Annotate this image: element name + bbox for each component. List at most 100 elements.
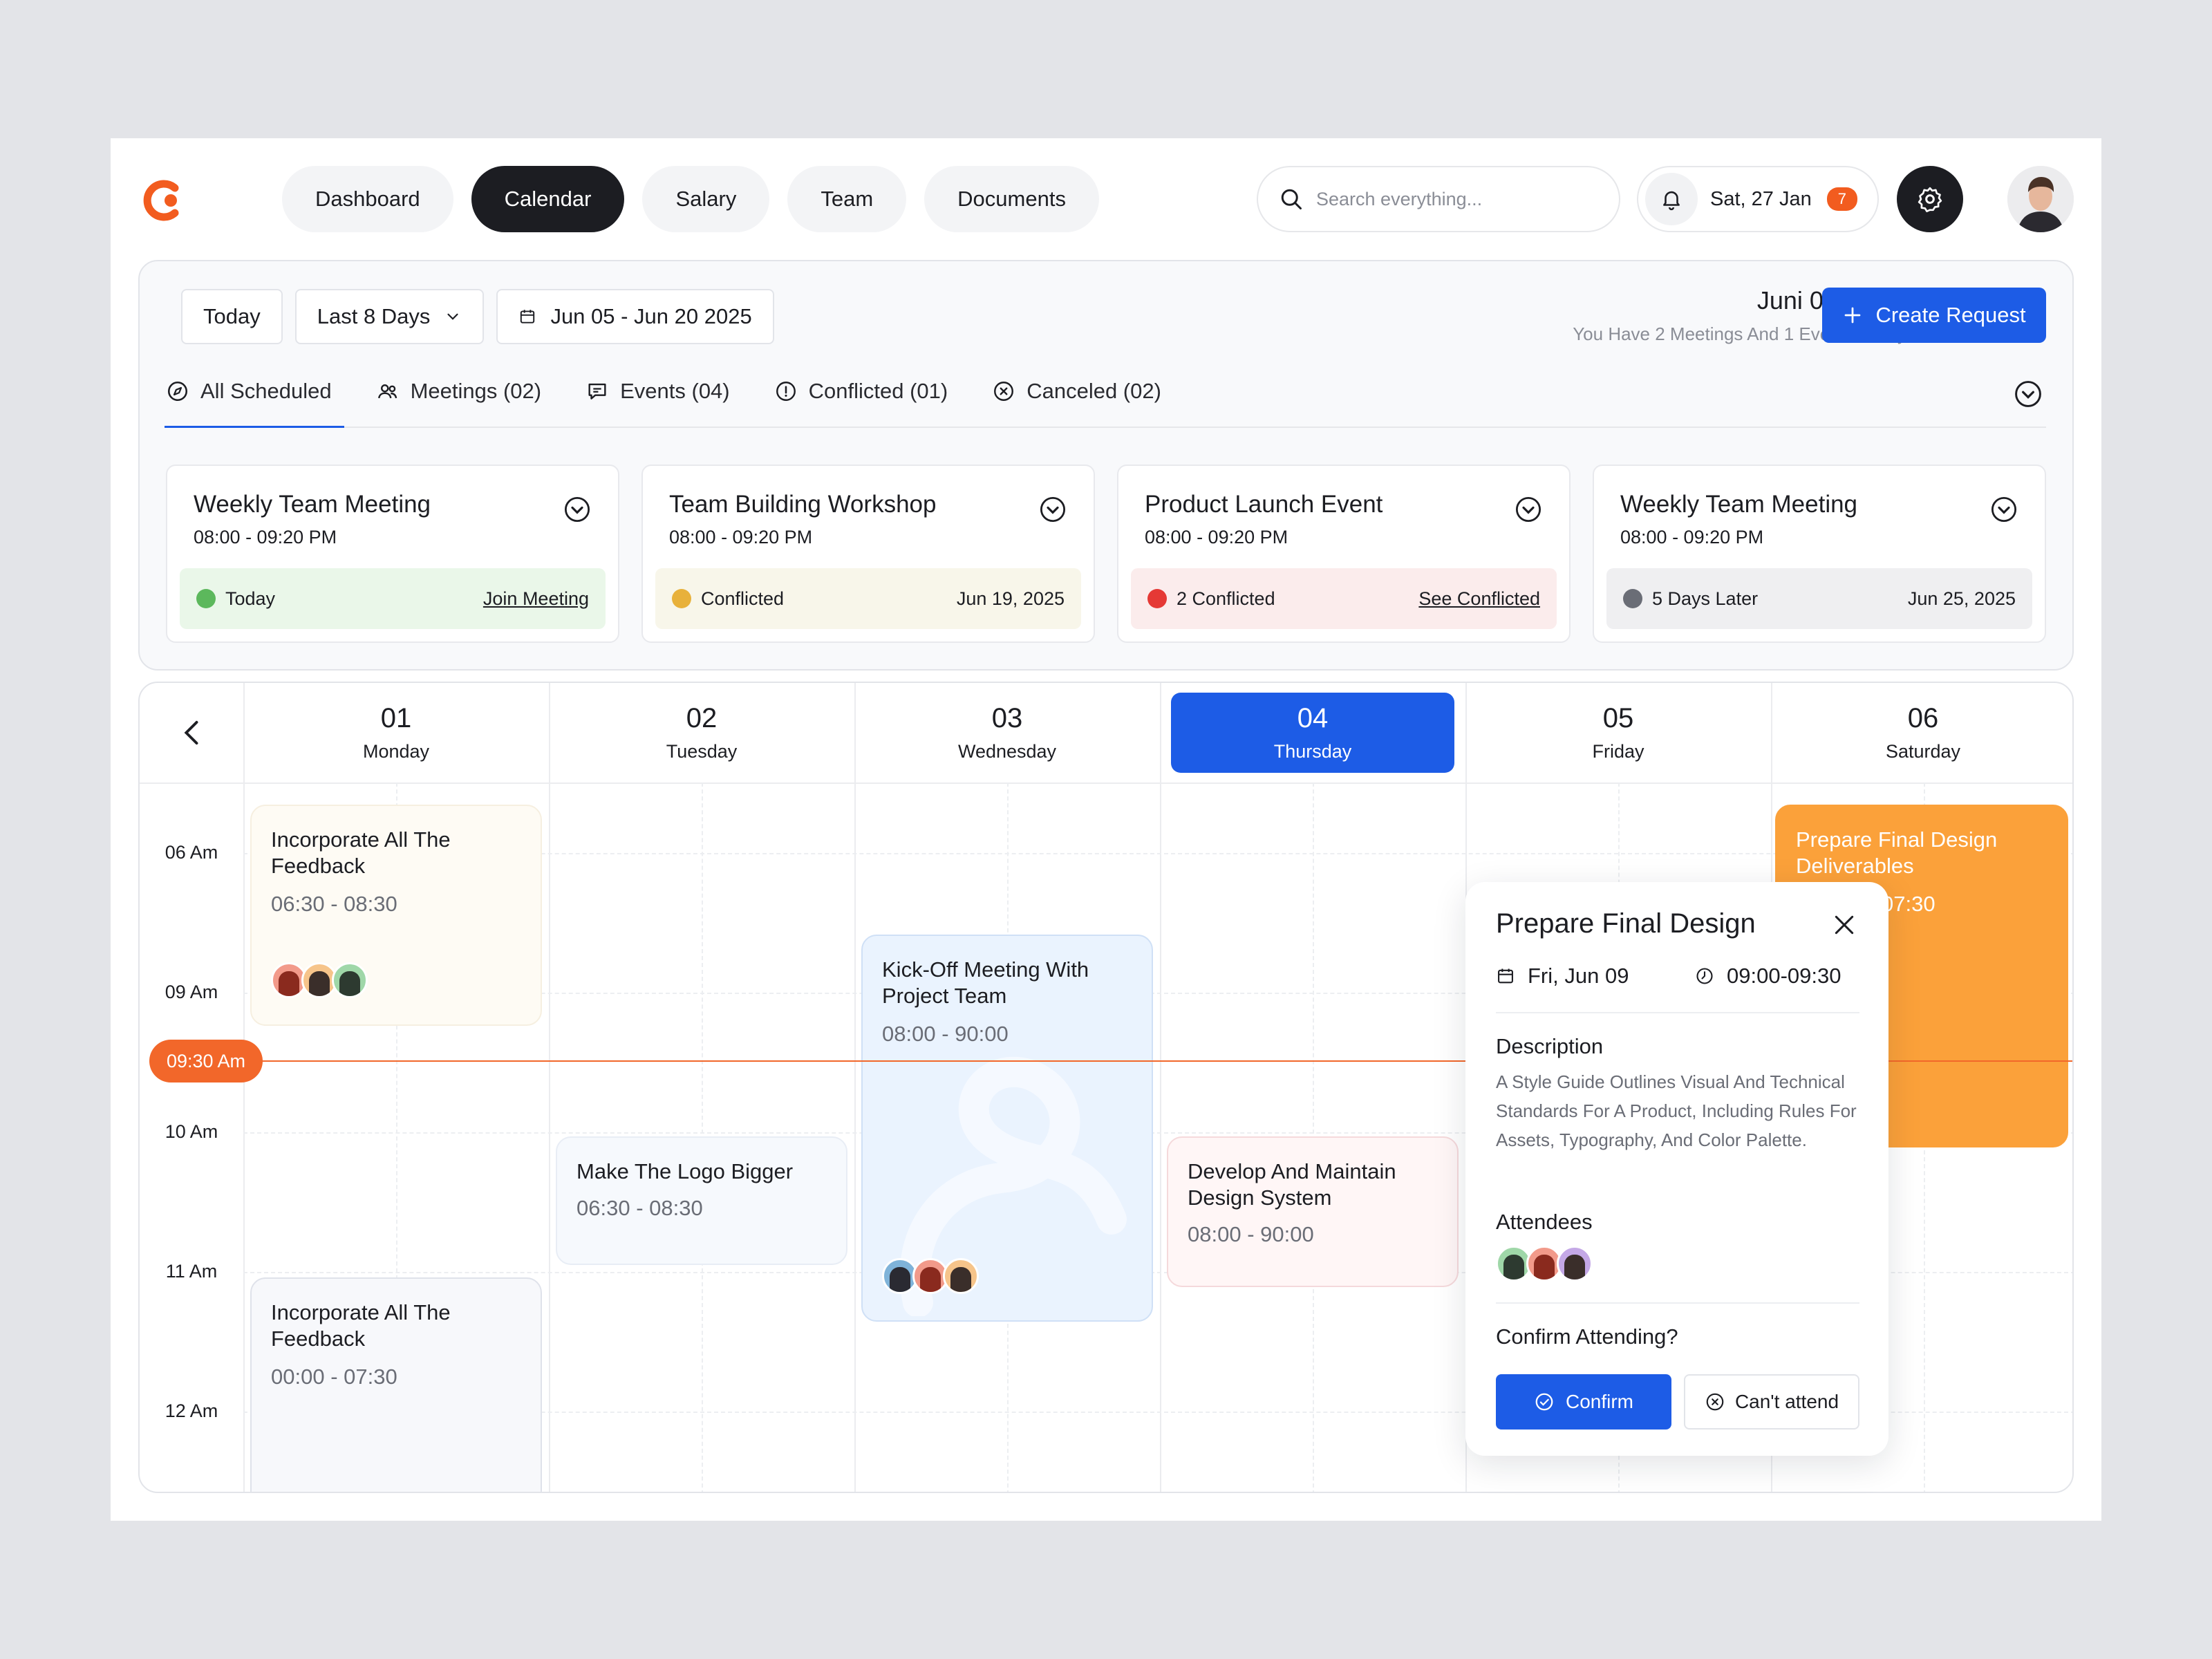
- plus-icon: [1845, 307, 1861, 324]
- confirm-button[interactable]: Confirm: [1496, 1374, 1671, 1430]
- x-circle-icon: [994, 382, 1014, 401]
- today-button[interactable]: Today: [181, 289, 283, 344]
- message-icon: [588, 383, 606, 400]
- search-input[interactable]: [1316, 188, 1606, 210]
- event-card-status-bar: 5 Days Later Jun 25, 2025: [1606, 568, 2032, 629]
- attendee-avatar: [1557, 1246, 1593, 1282]
- day-header-saturday[interactable]: 06 Saturday: [1771, 683, 2072, 782]
- nav-dashboard[interactable]: Dashboard: [282, 166, 453, 232]
- event-card-status-bar: 2 Conflicted See Conflicted: [1131, 568, 1557, 629]
- event-card-time: 08:00 - 09:20 PM: [669, 527, 813, 547]
- clock-icon: [1696, 968, 1713, 984]
- user-avatar[interactable]: [2007, 166, 2074, 232]
- day-header-thursday-selected[interactable]: 04 Thursday: [1171, 693, 1454, 773]
- nav-team[interactable]: Team: [787, 166, 907, 232]
- popup-divider: [1496, 1012, 1859, 1013]
- event-title: Kick-Off Meeting With Project Team: [882, 957, 1089, 1008]
- time-label: 11 Am: [165, 1261, 218, 1282]
- current-date-block: Juni 05, 2025 You Have 2 Meetings And 1 …: [1315, 286, 1906, 345]
- day-header-monday[interactable]: 01 Monday: [243, 683, 549, 782]
- time-label: 10 Am: [165, 1121, 218, 1142]
- event-card[interactable]: Weekly Team Meeting 08:00 - 09:20 PM Tod…: [166, 465, 619, 643]
- event-card-title: Weekly Team Meeting: [1620, 491, 1858, 518]
- chevron-circle-icon[interactable]: [1989, 495, 2018, 524]
- status-dot: [1147, 589, 1167, 608]
- range-select[interactable]: Last 8 Days: [294, 289, 485, 344]
- calendar-event[interactable]: Kick-Off Meeting With Project Team 08:00…: [861, 935, 1153, 1322]
- header-divider: [140, 782, 2072, 784]
- time-label: 12 Am: [165, 1400, 218, 1421]
- attendee-avatar: [943, 1258, 979, 1294]
- cant-attend-button[interactable]: Can't attend: [1684, 1374, 1859, 1430]
- check-circle-icon: [1535, 1393, 1553, 1411]
- event-card-date: Jun 19, 2025: [956, 588, 1065, 609]
- calendar-icon: [521, 310, 535, 324]
- confirm-label: Confirm: [1565, 1391, 1633, 1412]
- calendar-event[interactable]: Make The Logo Bigger 06:30 - 08:30: [556, 1136, 847, 1265]
- current-time-badge: 09:30 Am: [149, 1040, 263, 1082]
- day-name: Friday: [1592, 741, 1644, 762]
- description-heading: Description: [1496, 1034, 1604, 1058]
- chevron-circle-icon[interactable]: [1038, 495, 1067, 524]
- users-icon: [377, 384, 397, 399]
- event-title: Prepare Final Design Deliverables: [1796, 827, 1998, 878]
- day-header-friday[interactable]: 05 Friday: [1465, 683, 1771, 782]
- date-range-picker[interactable]: Jun 05 - Jun 20 2025: [496, 289, 774, 344]
- nav-documents[interactable]: Documents: [924, 166, 1099, 232]
- date-range-label: Jun 05 - Jun 20 2025: [550, 304, 752, 328]
- tab-label: Meetings (02): [410, 379, 542, 403]
- tab-label: Events (04): [620, 379, 730, 403]
- tab-all-scheduled[interactable]: All Scheduled: [166, 371, 332, 412]
- popup-time: 09:00-09:30: [1727, 964, 1841, 988]
- day-name: Tuesday: [666, 741, 738, 762]
- popup-title: Prepare Final Design: [1496, 908, 1756, 939]
- popup-date: Fri, Jun 09: [1528, 964, 1629, 988]
- calendar-event[interactable]: Develop And Maintain Design System 08:00…: [1167, 1136, 1459, 1287]
- settings-button[interactable]: [1897, 166, 1963, 232]
- nav-salary[interactable]: Salary: [642, 166, 770, 232]
- tab-divider: [165, 427, 2046, 428]
- create-request-label: Create Request: [1875, 303, 2026, 327]
- tab-events[interactable]: Events (04): [585, 371, 730, 412]
- close-icon[interactable]: [1830, 911, 1858, 939]
- day-number: 04: [1297, 703, 1329, 733]
- event-card[interactable]: Product Launch Event 08:00 - 09:20 PM 2 …: [1117, 465, 1571, 643]
- event-card[interactable]: Weekly Team Meeting 08:00 - 09:20 PM 5 D…: [1593, 465, 2046, 643]
- chevron-circle-icon[interactable]: [563, 495, 592, 524]
- collapse-chevron-icon[interactable]: [2013, 379, 2043, 409]
- attendees-heading: Attendees: [1496, 1210, 1593, 1234]
- event-title: Develop And Maintain Design System: [1188, 1159, 1396, 1210]
- cant-attend-label: Can't attend: [1734, 1391, 1839, 1412]
- event-card-status-bar: Conflicted Jun 19, 2025: [655, 568, 1081, 629]
- event-card-time: 08:00 - 09:20 PM: [194, 527, 337, 547]
- tab-meetings[interactable]: Meetings (02): [376, 371, 542, 412]
- tab-conflicted[interactable]: Conflicted (01): [774, 371, 948, 412]
- tab-label: All Scheduled: [200, 379, 332, 403]
- popup-date-row: Fri, Jun 09: [1496, 964, 1629, 988]
- see-conflicted-link[interactable]: See Conflicted: [1418, 588, 1540, 610]
- description-text: A Style Guide Outlines Visual And Techni…: [1496, 1071, 1857, 1150]
- bell-button[interactable]: [1645, 173, 1698, 225]
- day-header-wednesday[interactable]: 03 Wednesday: [854, 683, 1160, 782]
- tab-canceled[interactable]: Canceled (02): [992, 371, 1161, 412]
- notification-date-pill[interactable]: Sat, 27 Jan 7: [1637, 166, 1879, 232]
- create-request-button[interactable]: Create Request: [1822, 288, 2046, 343]
- user-avatar-image: [2007, 166, 2074, 232]
- brand-logo[interactable]: [143, 178, 187, 223]
- day-header-tuesday[interactable]: 02 Tuesday: [549, 683, 854, 782]
- chevron-left-icon[interactable]: [174, 715, 210, 751]
- calendar-event[interactable]: Incorporate All The Feedback 06:30 - 08:…: [250, 805, 542, 1026]
- event-card[interactable]: Team Building Workshop 08:00 - 09:20 PM …: [641, 465, 1095, 643]
- chevron-down-icon: [447, 313, 459, 320]
- nav-calendar[interactable]: Calendar: [471, 166, 625, 232]
- popup-divider: [1496, 1302, 1859, 1304]
- event-card-status: Today: [225, 588, 276, 609]
- event-card-date: Jun 25, 2025: [1907, 588, 2016, 609]
- event-title: Make The Logo Bigger: [577, 1159, 794, 1183]
- calendar-event[interactable]: Incorporate All The Feedback 00:00 - 07:…: [250, 1277, 542, 1492]
- grid-line: [854, 683, 856, 1492]
- event-card-status-bar: Today Join Meeting: [180, 568, 606, 629]
- chevron-circle-icon[interactable]: [1514, 495, 1543, 524]
- day-number: 05: [1602, 703, 1634, 733]
- join-meeting-link[interactable]: Join Meeting: [483, 588, 589, 610]
